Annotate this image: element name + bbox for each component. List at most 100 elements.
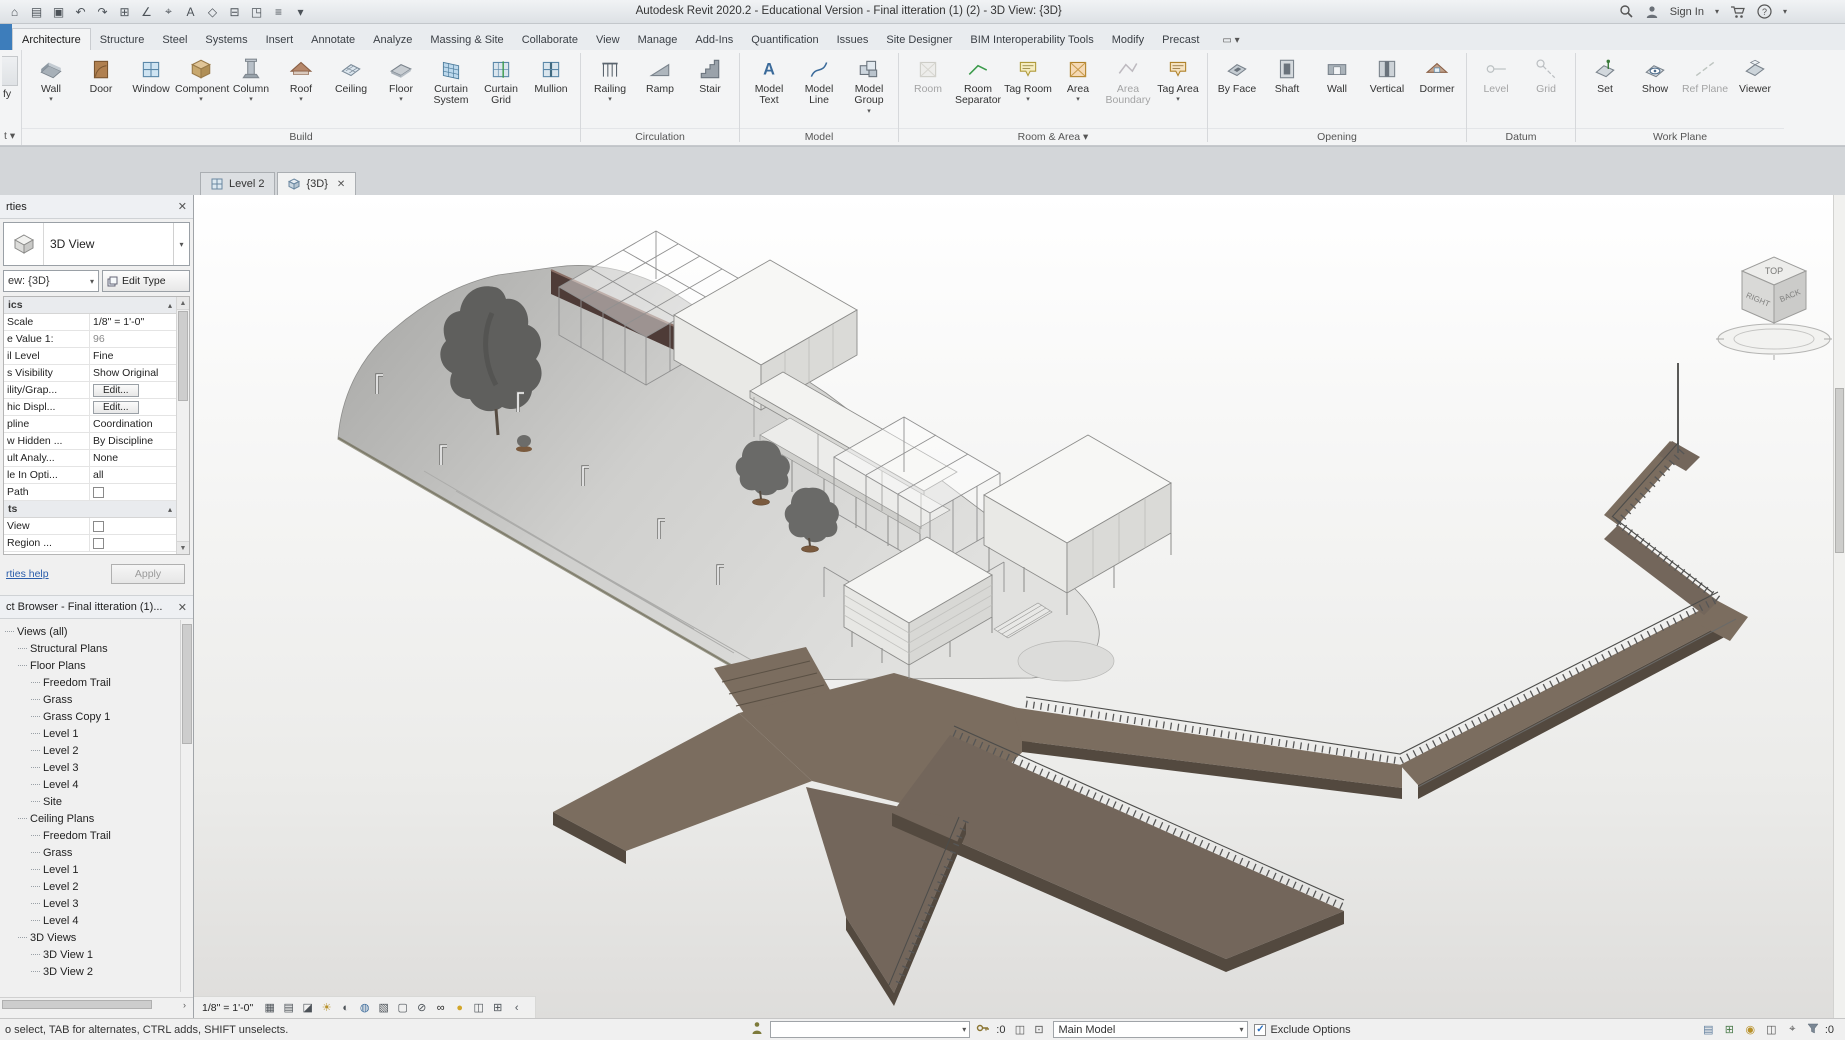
tree-item-freedom-trail[interactable]: Freedom Trail [0, 827, 180, 844]
drawing-area[interactable]: TOP RIGHT BACK 1/8" = 1'-0" ▦ ▤ ◪ ☀ ◐ ◍ ▧ ▢ ⊘ ∞ ● ◫… [194, 195, 1845, 1018]
ribbon-tab-bim-interoperability-tools[interactable]: BIM Interoperability Tools [961, 29, 1102, 50]
properties-scrollbar[interactable]: ▲ ▼ [176, 297, 189, 554]
ribbon-tool-wall[interactable]: Wall ▾ [26, 54, 76, 104]
ribbon-tool-curtain-grid[interactable]: Curtain Grid [476, 54, 526, 107]
collapse-icon[interactable]: ▴ [168, 301, 172, 310]
temporary-view-icon[interactable]: ◫ [1763, 1022, 1780, 1038]
type-selector[interactable]: 3D View ▾ [3, 222, 190, 266]
ribbon-tab-modify[interactable]: Modify [1103, 29, 1153, 50]
show-constraints-icon[interactable]: ⊞ [489, 999, 506, 1016]
ribbon-tool-door[interactable]: Door [76, 54, 126, 95]
scrollbar-thumb[interactable] [1835, 388, 1844, 553]
ribbon-tool-by-face[interactable]: By Face [1212, 54, 1262, 95]
ribbon-tool-stair[interactable]: Stair [685, 54, 735, 95]
tree-item-level-1[interactable]: Level 1 [0, 725, 180, 742]
ribbon-tab-insert[interactable]: Insert [257, 29, 303, 50]
collapse-icon[interactable]: ▴ [168, 505, 172, 514]
property-section-ts[interactable]: ts ▴ [4, 501, 176, 518]
ribbon-tab-architecture[interactable]: Architecture [12, 28, 91, 50]
ribbon-tab-steel[interactable]: Steel [153, 29, 196, 50]
ribbon-tool-model-line[interactable]: Model Line [794, 54, 844, 107]
ribbon-tool-column[interactable]: Column ▾ [226, 54, 276, 104]
ribbon-tab-site-designer[interactable]: Site Designer [877, 29, 961, 50]
tree-item-level-2[interactable]: Level 2 [0, 742, 180, 759]
ribbon-tab-collaborate[interactable]: Collaborate [513, 29, 587, 50]
scroll-right-icon[interactable]: › [178, 999, 191, 1010]
print-icon[interactable]: ⊞ [114, 2, 135, 21]
tree-item-grass-copy-1[interactable]: Grass Copy 1 [0, 708, 180, 725]
detail-level-icon[interactable]: ▤ [280, 999, 297, 1016]
scrollbar-thumb[interactable] [2, 1000, 152, 1009]
section-icon[interactable]: ⊟ [224, 2, 245, 21]
ribbon-tab-add-ins[interactable]: Add-Ins [686, 29, 742, 50]
editable-only-icon[interactable] [750, 1021, 764, 1038]
view-cube[interactable]: TOP RIGHT BACK [1706, 235, 1845, 363]
scrollbar-thumb[interactable] [178, 311, 188, 401]
edit-type-button[interactable]: Edit Type [102, 270, 190, 292]
ribbon-tool-show[interactable]: Show [1630, 54, 1680, 95]
editing-requests-icon[interactable]: ◫ [1011, 1022, 1028, 1038]
ribbon-tool-area[interactable]: Area ▾ [1053, 54, 1103, 104]
tree-item-grass[interactable]: Grass [0, 844, 180, 861]
view-filter-combo[interactable]: ew: {3D} ▾ [3, 270, 99, 292]
ribbon-tab-view[interactable]: View [587, 29, 629, 50]
design-options-icon[interactable]: ⊡ [1030, 1022, 1047, 1038]
ribbon-tool-mullion[interactable]: Mullion [526, 54, 576, 95]
view-tab-level-2[interactable]: Level 2 [200, 172, 276, 195]
tree-item-site[interactable]: Site [0, 793, 180, 810]
tree-item-3d-view-1[interactable]: 3D View 1 [0, 946, 180, 963]
design-option-select[interactable]: Main Model ▾ [1053, 1021, 1249, 1038]
ribbon-tool-vertical[interactable]: Vertical [1362, 54, 1412, 95]
thin-lines-icon[interactable]: ≡ [268, 2, 289, 21]
scroll-up-icon[interactable]: ▲ [177, 297, 189, 310]
3d-model-canvas[interactable] [194, 195, 1845, 1018]
ribbon-tab-systems[interactable]: Systems [196, 29, 256, 50]
redo-icon[interactable]: ↷ [92, 2, 113, 21]
type-selector-dropdown-icon[interactable]: ▾ [173, 223, 189, 265]
scrollbar-thumb[interactable] [182, 624, 192, 744]
ribbon-tool-ceiling[interactable]: Ceiling [326, 54, 376, 95]
ribbon-tool-wall[interactable]: Wall [1312, 54, 1362, 95]
checkbox[interactable] [93, 486, 104, 498]
apply-button[interactable]: Apply [111, 564, 185, 584]
ribbon-tool-set[interactable]: Set [1580, 54, 1630, 95]
tree-item-grass[interactable]: Grass [0, 691, 180, 708]
tree-item-level-4[interactable]: Level 4 [0, 776, 180, 793]
temporary-view-properties-icon[interactable]: ◫ [470, 999, 487, 1016]
help-caret-icon[interactable]: ▾ [1783, 7, 1787, 16]
reveal-hidden-elements-icon[interactable]: ◉ [1742, 1022, 1759, 1038]
property-section-ics[interactable]: ics ▴ [4, 297, 176, 314]
aligned-dimension-icon[interactable]: ⌖ [158, 2, 179, 21]
ribbon-tool-tag-room[interactable]: Tag Room ▾ [1003, 54, 1053, 104]
modify-tool-icon[interactable] [2, 56, 18, 86]
filter-icon[interactable] [1806, 1021, 1820, 1038]
ribbon-tool-shaft[interactable]: Shaft [1262, 54, 1312, 95]
ribbon-tool-model-group[interactable]: Model Group ▾ [844, 54, 894, 116]
browser-scrollbar[interactable] [180, 620, 193, 992]
tree-item-freedom-trail[interactable]: Freedom Trail [0, 674, 180, 691]
ribbon-tool-window[interactable]: Window [126, 54, 176, 95]
scroll-down-icon[interactable]: ▼ [177, 541, 189, 554]
ribbon-tool-railing[interactable]: Railing ▾ [585, 54, 635, 104]
view-scale[interactable]: 1/8" = 1'-0" [202, 1002, 253, 1014]
properties-help-link[interactable]: rties help [6, 568, 49, 580]
save-icon[interactable]: ▣ [48, 2, 69, 21]
ribbon-tool-dormer[interactable]: Dormer [1412, 54, 1462, 95]
view-tab-3d[interactable]: {3D} ✕ [277, 172, 357, 195]
viewport-scrollbar[interactable] [1833, 195, 1845, 1018]
edit-button[interactable]: Edit... [93, 401, 139, 414]
tree-item-views-all[interactable]: Views (all) [0, 623, 180, 640]
sun-path-icon[interactable]: ☀ [318, 999, 335, 1016]
crop-view-icon[interactable]: ▧ [375, 999, 392, 1016]
checkbox[interactable] [93, 520, 104, 532]
ribbon-tool-curtain-system[interactable]: Curtain System [426, 54, 476, 107]
ribbon-tab-structure[interactable]: Structure [91, 29, 154, 50]
ribbon-display-toggle-icon[interactable]: ▭ ▾ [1216, 31, 1245, 50]
tree-item-ceiling-plans[interactable]: Ceiling Plans [0, 810, 180, 827]
ribbon-tab-analyze[interactable]: Analyze [364, 29, 421, 50]
ribbon-tab-precast[interactable]: Precast [1153, 29, 1208, 50]
tree-item-floor-plans[interactable]: Floor Plans [0, 657, 180, 674]
sign-in-caret-icon[interactable]: ▾ [1715, 7, 1719, 16]
active-workset-combo[interactable]: ▾ [770, 1021, 971, 1038]
help-icon[interactable]: ? [1757, 4, 1772, 19]
